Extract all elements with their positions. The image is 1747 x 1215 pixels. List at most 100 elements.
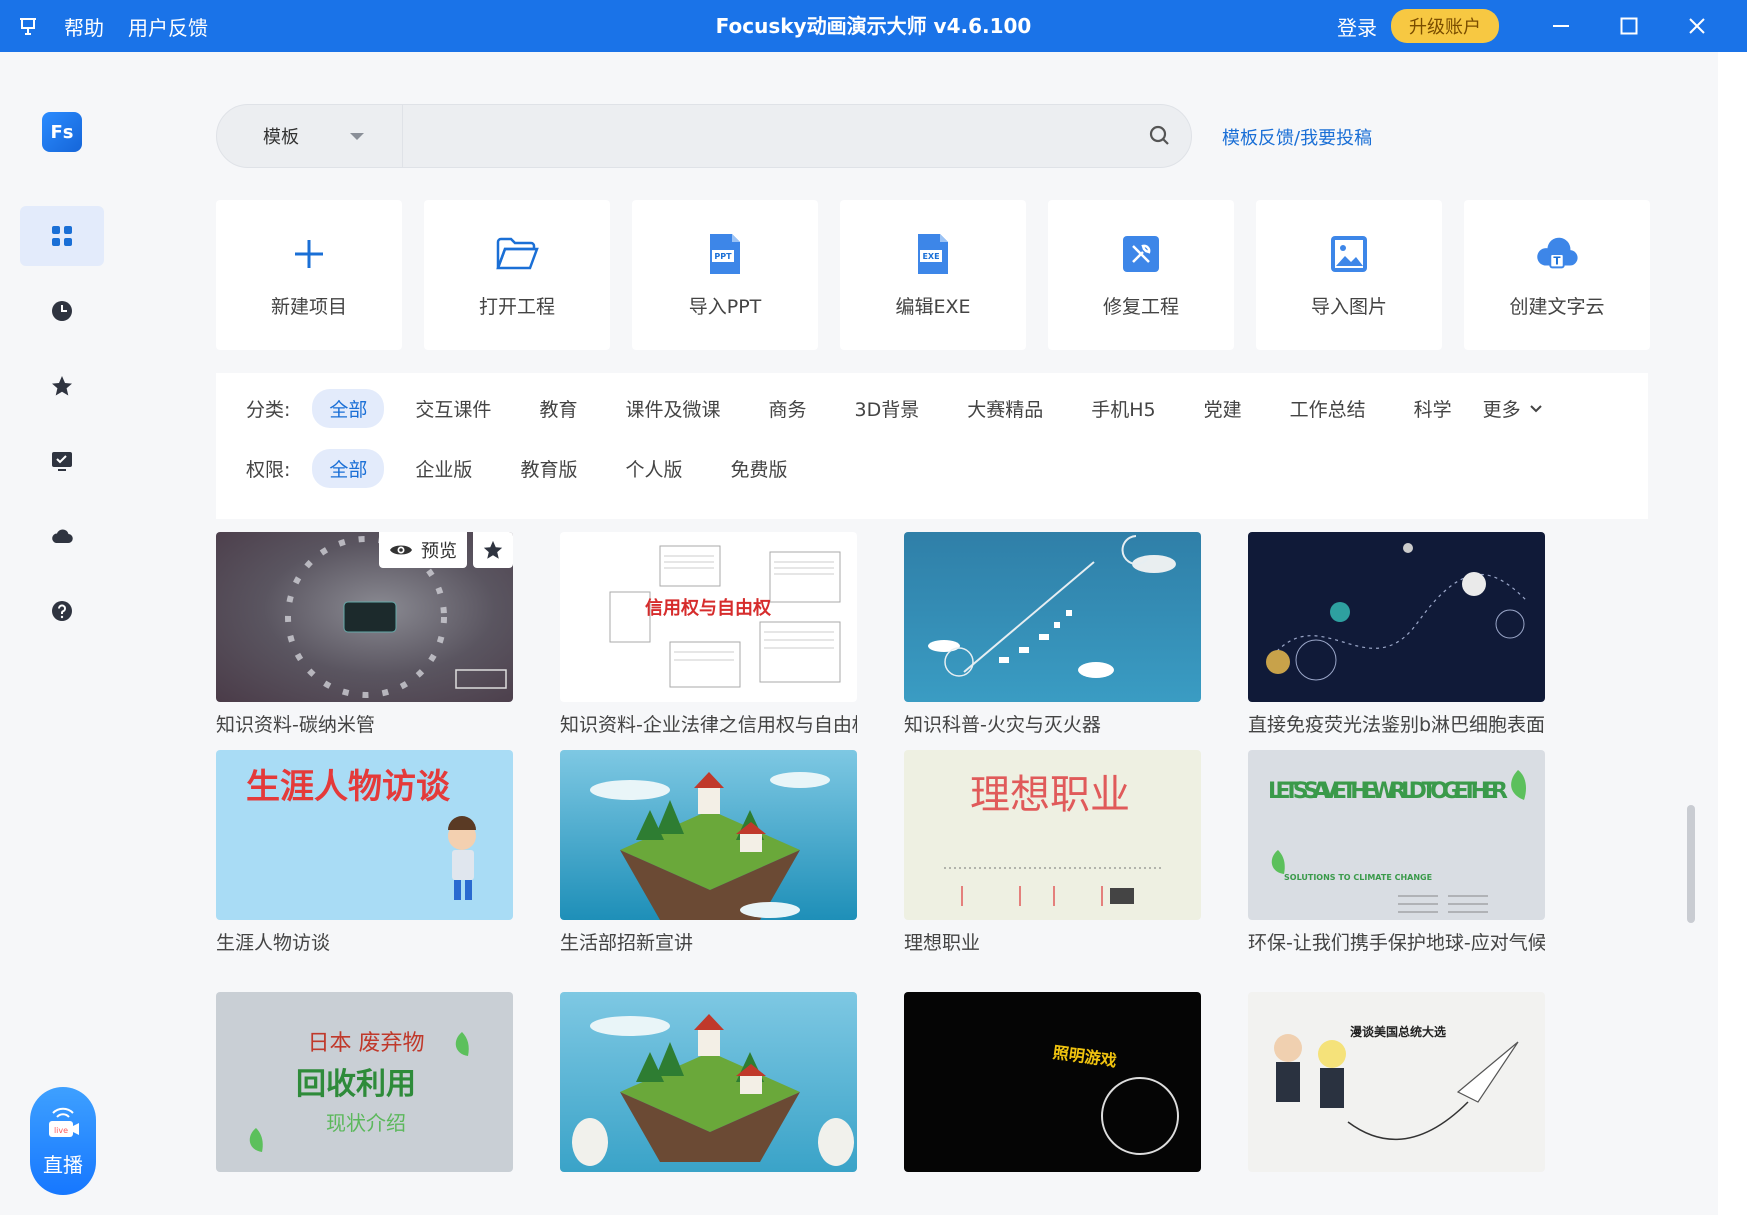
permission-chip[interactable]: 企业版 xyxy=(398,449,489,488)
permission-filter-label: 权限: xyxy=(246,459,291,481)
lighting-game-art: 照明游戏 xyxy=(1052,1043,1179,1155)
login-button[interactable]: 登录 xyxy=(1337,12,1377,41)
maximize-button[interactable] xyxy=(1595,0,1663,52)
search-input[interactable] xyxy=(407,115,1107,157)
preview-button[interactable]: 预览 xyxy=(379,532,467,568)
category-chip[interactable]: 手机H5 xyxy=(1074,389,1172,428)
live-button[interactable]: live 直播 xyxy=(30,1087,96,1195)
template-card[interactable]: 理想职业 理想职业 xyxy=(904,750,1201,955)
category-chip[interactable]: 教育 xyxy=(522,389,594,428)
category-select[interactable]: 模板 xyxy=(217,105,403,167)
floating-island-art xyxy=(590,772,830,920)
main-content: 模板 模板反馈/我要投稿 新建项目 打开工程 PPT 导入PPT EXE 编辑E… xyxy=(126,52,1718,1215)
template-card[interactable] xyxy=(560,992,857,1180)
svg-text:日本 废弃物: 日本 废弃物 xyxy=(308,1031,425,1056)
pin-icon[interactable] xyxy=(16,14,40,38)
svg-text:生涯人物访谈: 生涯人物访谈 xyxy=(246,767,451,807)
template-thumbnail: 漫谈美国总统大选 xyxy=(1248,992,1545,1172)
svg-text:信用权与自由权: 信用权与自由权 xyxy=(645,597,772,619)
template-grid: 预览 知识资料-碳纳米管 信用权与自由权 知识资料-企业法律之信用权与自由权 知… xyxy=(216,532,1576,1215)
upgrade-button[interactable]: 升级账户 xyxy=(1391,9,1499,43)
search-icon[interactable] xyxy=(1145,121,1175,151)
template-thumbnail: 日本 废弃物 回收利用 现状介绍 xyxy=(216,992,513,1172)
menu-help[interactable]: 帮助 xyxy=(64,12,104,41)
folder-open-icon xyxy=(495,232,539,276)
template-card[interactable]: LET'S SAVE THE WR LD TOGETHER SOLUTIONS … xyxy=(1248,750,1545,955)
ideal-career-art: 理想职业 xyxy=(944,772,1164,906)
template-name: 生涯人物访谈 xyxy=(216,932,331,954)
repair-tools-icon xyxy=(1119,232,1163,276)
permission-chip[interactable]: 免费版 xyxy=(713,449,804,488)
template-thumbnail: 预览 xyxy=(216,532,513,702)
category-chip[interactable]: 工作总结 xyxy=(1273,389,1383,428)
election-art: 漫谈美国总统大选 xyxy=(1274,1024,1519,1141)
sidebar-item-cloud[interactable] xyxy=(20,506,104,566)
template-card[interactable]: 生活部招新宣讲 xyxy=(560,750,857,955)
exe-file-icon: EXE xyxy=(911,232,955,276)
category-chip[interactable]: 科学 xyxy=(1397,389,1469,428)
quick-actions: 新建项目 打开工程 PPT 导入PPT EXE 编辑EXE 修复工程 导入图片 … xyxy=(216,200,1650,350)
svg-text:LET'S SAVE THE WR LD TOGETHER: LET'S SAVE THE WR LD TOGETHER xyxy=(1268,779,1508,804)
import-image-label: 导入图片 xyxy=(1310,295,1387,318)
new-project-label: 新建项目 xyxy=(270,295,347,318)
sidebar-item-recent[interactable] xyxy=(20,281,104,341)
category-select-value: 模板 xyxy=(263,127,299,148)
sidebar-item-help[interactable] xyxy=(20,581,104,641)
category-chip[interactable]: 交互课件 xyxy=(398,389,508,428)
category-chip[interactable]: 3D背景 xyxy=(837,389,936,428)
new-project-button[interactable]: 新建项目 xyxy=(216,200,402,350)
menu-feedback[interactable]: 用户反馈 xyxy=(128,12,208,41)
sidebar-item-favorites[interactable] xyxy=(20,356,104,416)
category-chip[interactable]: 党建 xyxy=(1187,389,1259,428)
recycle-art: 日本 废弃物 回收利用 现状介绍 xyxy=(249,1031,469,1152)
template-thumbnail: 理想职业 xyxy=(904,750,1201,920)
template-card[interactable]: 直接免疫荧光法鉴别b淋巴细胞表面 xyxy=(1248,532,1545,737)
permission-chip[interactable]: 全部 xyxy=(312,449,385,488)
template-card[interactable]: 信用权与自由权 知识资料-企业法律之信用权与自由权 xyxy=(560,532,857,737)
template-feedback-link[interactable]: 模板反馈/我要投稿 xyxy=(1222,124,1372,150)
template-name: 生活部招新宣讲 xyxy=(560,932,694,954)
template-name: 环保-让我们携手保护地球-应对气候变化 xyxy=(1248,932,1545,954)
import-ppt-button[interactable]: PPT 导入PPT xyxy=(632,200,818,350)
create-text-cloud-button[interactable]: T 创建文字云 xyxy=(1464,200,1650,350)
image-icon xyxy=(1327,232,1371,276)
space-map-art xyxy=(1266,543,1529,681)
template-card[interactable]: 日本 废弃物 回收利用 现状介绍 xyxy=(216,992,513,1180)
open-project-button[interactable]: 打开工程 xyxy=(424,200,610,350)
template-card[interactable]: 生涯人物访谈 生涯人物访谈 xyxy=(216,750,513,955)
template-card[interactable]: 预览 知识资料-碳纳米管 xyxy=(216,532,513,737)
template-card[interactable]: 漫谈美国总统大选 xyxy=(1248,992,1545,1180)
favorite-button[interactable] xyxy=(473,532,513,568)
more-categories-button[interactable]: 更多 xyxy=(1483,395,1543,422)
sidebar-item-templates[interactable] xyxy=(20,206,104,266)
template-card[interactable]: 照明游戏 xyxy=(904,992,1201,1180)
category-chip[interactable]: 课件及微课 xyxy=(608,389,737,428)
title-bar-controls: 登录 升级账户 xyxy=(1337,0,1731,52)
template-thumbnail: LET'S SAVE THE WR LD TOGETHER SOLUTIONS … xyxy=(1248,750,1545,920)
svg-text:EXE: EXE xyxy=(922,252,939,261)
edit-exe-button[interactable]: EXE 编辑EXE xyxy=(840,200,1026,350)
import-image-button[interactable]: 导入图片 xyxy=(1256,200,1442,350)
live-label: 直播 xyxy=(43,1152,83,1177)
template-thumbnail: 生涯人物访谈 xyxy=(216,750,513,920)
template-card[interactable]: 知识科普-火灾与灭火器 xyxy=(904,532,1201,737)
search-bar: 模板 xyxy=(216,104,1192,168)
minimize-button[interactable] xyxy=(1527,0,1595,52)
close-button[interactable] xyxy=(1663,0,1731,52)
vertical-scrollbar[interactable] xyxy=(1687,805,1695,923)
preview-label: 预览 xyxy=(421,541,457,562)
chevron-down-icon xyxy=(350,133,364,140)
law-collage-art: 信用权与自由权 xyxy=(609,545,841,688)
open-project-label: 打开工程 xyxy=(478,295,555,318)
category-chip[interactable]: 大赛精品 xyxy=(950,389,1060,428)
permission-chip[interactable]: 教育版 xyxy=(503,449,594,488)
category-chip[interactable]: 全部 xyxy=(312,389,385,428)
repair-project-button[interactable]: 修复工程 xyxy=(1048,200,1234,350)
live-badge: live xyxy=(54,1126,68,1135)
category-chip[interactable]: 商务 xyxy=(751,389,823,428)
template-name: 直接免疫荧光法鉴别b淋巴细胞表面 xyxy=(1248,714,1545,736)
sidebar-item-presentations[interactable] xyxy=(20,431,104,491)
permission-chip[interactable]: 个人版 xyxy=(608,449,699,488)
star-icon xyxy=(483,540,503,559)
template-name: 知识资料-碳纳米管 xyxy=(216,714,375,736)
